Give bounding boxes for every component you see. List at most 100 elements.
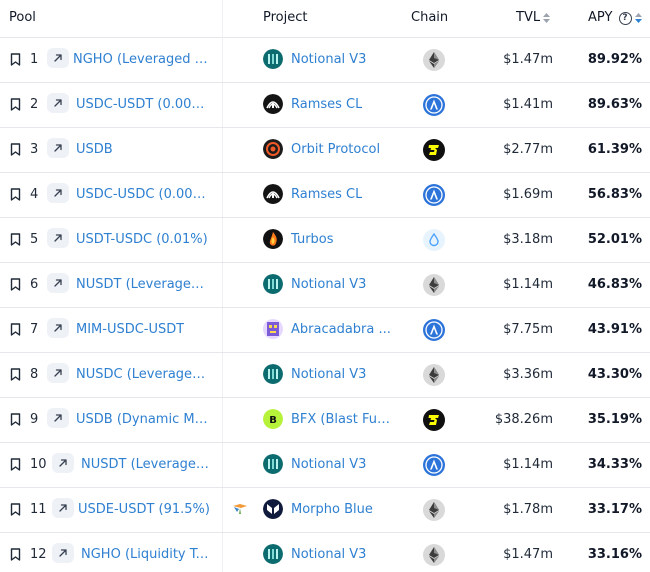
bookmark-icon[interactable] xyxy=(10,233,21,246)
open-link-icon[interactable] xyxy=(47,273,69,293)
bookmark-icon[interactable] xyxy=(10,323,21,336)
pool-link[interactable]: MIM-USDC-USDT xyxy=(76,322,184,337)
project-link[interactable]: Ramses CL xyxy=(291,97,362,112)
open-link-icon[interactable] xyxy=(47,183,69,203)
table-row: 9 USDB (Dynamic Marke B BFX (Blast Fut... $3… xyxy=(0,398,650,443)
turbos-icon xyxy=(263,229,283,249)
rank-number: 10 xyxy=(30,457,47,472)
open-link-icon[interactable] xyxy=(52,543,74,563)
open-link-icon[interactable] xyxy=(52,453,74,473)
rank-number: 11 xyxy=(30,502,47,517)
project-link[interactable]: Morpho Blue xyxy=(291,502,373,517)
tvl-value: $3.18m xyxy=(503,232,553,247)
pool-link[interactable]: NUSDT (Leveraged Li xyxy=(81,457,212,472)
morpho-icon xyxy=(263,499,283,519)
pool-link[interactable]: NUSDC (Leveraged Li... xyxy=(76,367,212,382)
pool-link[interactable]: NUSDT (Leveraged Li... xyxy=(76,277,212,292)
rank-number: 4 xyxy=(30,187,39,202)
table-row: 7 MIM-USDC-USDT Abracadabra ... $7.75m 43.91… xyxy=(0,308,650,353)
bookmark-icon[interactable] xyxy=(10,98,21,111)
pool-link[interactable]: USDC-USDC (0.0001% xyxy=(76,187,212,202)
pool-link[interactable]: USDB (Dynamic Marke xyxy=(76,412,212,427)
open-link-icon[interactable] xyxy=(47,318,69,338)
open-link-icon[interactable] xyxy=(47,228,69,248)
ethereum-icon xyxy=(423,544,445,566)
rank-number: 7 xyxy=(30,322,39,337)
project-link[interactable]: Notional V3 xyxy=(291,367,366,382)
rank-number: 3 xyxy=(30,142,39,157)
table-row: 11 USDE-USDT (91.5%) Morpho Blue $1.78m 33.1… xyxy=(0,488,650,533)
column-header-tvl[interactable]: TVL xyxy=(516,10,551,25)
apy-value: 34.33% xyxy=(587,457,642,472)
open-link-icon[interactable] xyxy=(47,48,69,68)
notional-icon xyxy=(263,274,283,294)
bookmark-icon[interactable] xyxy=(10,503,21,516)
pool-link[interactable]: NGHO (Liquidity Tok... xyxy=(81,547,212,562)
project-link[interactable]: Notional V3 xyxy=(291,457,366,472)
column-header-apy[interactable]: APY ? xyxy=(588,10,642,25)
bookmark-icon[interactable] xyxy=(10,278,21,291)
table-row: 12 NGHO (Liquidity Tok... Notional V3 $1.47… xyxy=(0,533,650,572)
column-header-chain: Chain xyxy=(411,10,449,25)
bookmark-icon[interactable] xyxy=(10,548,21,561)
rank-number: 12 xyxy=(30,547,47,562)
column-header-project: Project xyxy=(263,10,308,25)
apy-value: 52.01% xyxy=(587,232,642,247)
tvl-value: $1.78m xyxy=(503,502,553,517)
project-link[interactable]: Notional V3 xyxy=(291,52,366,67)
bookmark-icon[interactable] xyxy=(10,368,21,381)
apy-value: 61.39% xyxy=(587,142,642,157)
tvl-value: $1.41m xyxy=(503,97,553,112)
pool-link[interactable]: USDT-USDC (0.01%) xyxy=(76,232,208,247)
open-link-icon[interactable] xyxy=(47,93,69,113)
blast-icon xyxy=(423,139,445,161)
tvl-value: $7.75m xyxy=(503,322,553,337)
project-link[interactable]: Notional V3 xyxy=(291,277,366,292)
bookmark-icon[interactable] xyxy=(10,458,21,471)
pool-link[interactable]: USDB xyxy=(76,142,113,157)
apy-value: 46.83% xyxy=(587,277,642,292)
bookmark-icon[interactable] xyxy=(10,188,21,201)
help-icon[interactable]: ? xyxy=(618,12,632,25)
tvl-header-label: TVL xyxy=(516,10,541,25)
tvl-value: $1.14m xyxy=(503,457,553,472)
bookmark-icon[interactable] xyxy=(10,413,21,426)
sort-desc-icon xyxy=(634,12,642,23)
apy-value: 33.16% xyxy=(587,547,642,562)
tvl-value: $1.47m xyxy=(503,547,553,562)
open-link-icon[interactable] xyxy=(47,408,69,428)
apy-value: 33.17% xyxy=(587,502,642,517)
notional-icon xyxy=(263,49,283,69)
apy-header-label: APY xyxy=(588,10,613,25)
project-link[interactable]: Notional V3 xyxy=(291,547,366,562)
project-link[interactable]: Ramses CL xyxy=(291,187,362,202)
notional-icon xyxy=(263,544,283,564)
open-link-icon[interactable] xyxy=(47,363,69,383)
apy-value: 89.92% xyxy=(587,52,642,67)
tvl-value: $38.26m xyxy=(494,412,553,427)
bookmark-icon[interactable] xyxy=(10,143,21,156)
table-row: 1 NGHO (Leveraged Liq... Notional V3 $1.47m… xyxy=(0,38,650,83)
project-link[interactable]: Orbit Protocol xyxy=(291,142,380,157)
open-link-icon[interactable] xyxy=(47,138,69,158)
open-link-icon[interactable] xyxy=(52,498,74,518)
apy-value: 43.30% xyxy=(587,367,642,382)
bookmark-icon[interactable] xyxy=(10,53,21,66)
project-link[interactable]: Abracadabra ... xyxy=(291,322,391,337)
pool-link[interactable]: NGHO (Leveraged Liq... xyxy=(73,52,212,67)
arbitrum-icon xyxy=(423,184,445,206)
rank-number: 6 xyxy=(30,277,39,292)
ramses-icon xyxy=(263,184,283,204)
project-link[interactable]: BFX (Blast Fut... xyxy=(291,412,391,427)
ethereum-icon xyxy=(423,364,445,386)
rank-number: 5 xyxy=(30,232,39,247)
rank-number: 8 xyxy=(30,367,39,382)
pool-link[interactable]: USDC-USDT (0.005%, xyxy=(76,97,212,112)
tvl-value: $2.77m xyxy=(503,142,553,157)
table-row: 2 USDC-USDT (0.005%, Ramses CL $1.41m 89.63% xyxy=(0,83,650,128)
project-link[interactable]: Turbos xyxy=(291,232,334,247)
orbit-icon xyxy=(263,139,283,159)
pool-link[interactable]: USDE-USDT (91.5%) xyxy=(78,502,210,517)
apy-value: 89.63% xyxy=(587,97,642,112)
table-header: Pool Project Chain TVL APY ? xyxy=(0,0,650,38)
